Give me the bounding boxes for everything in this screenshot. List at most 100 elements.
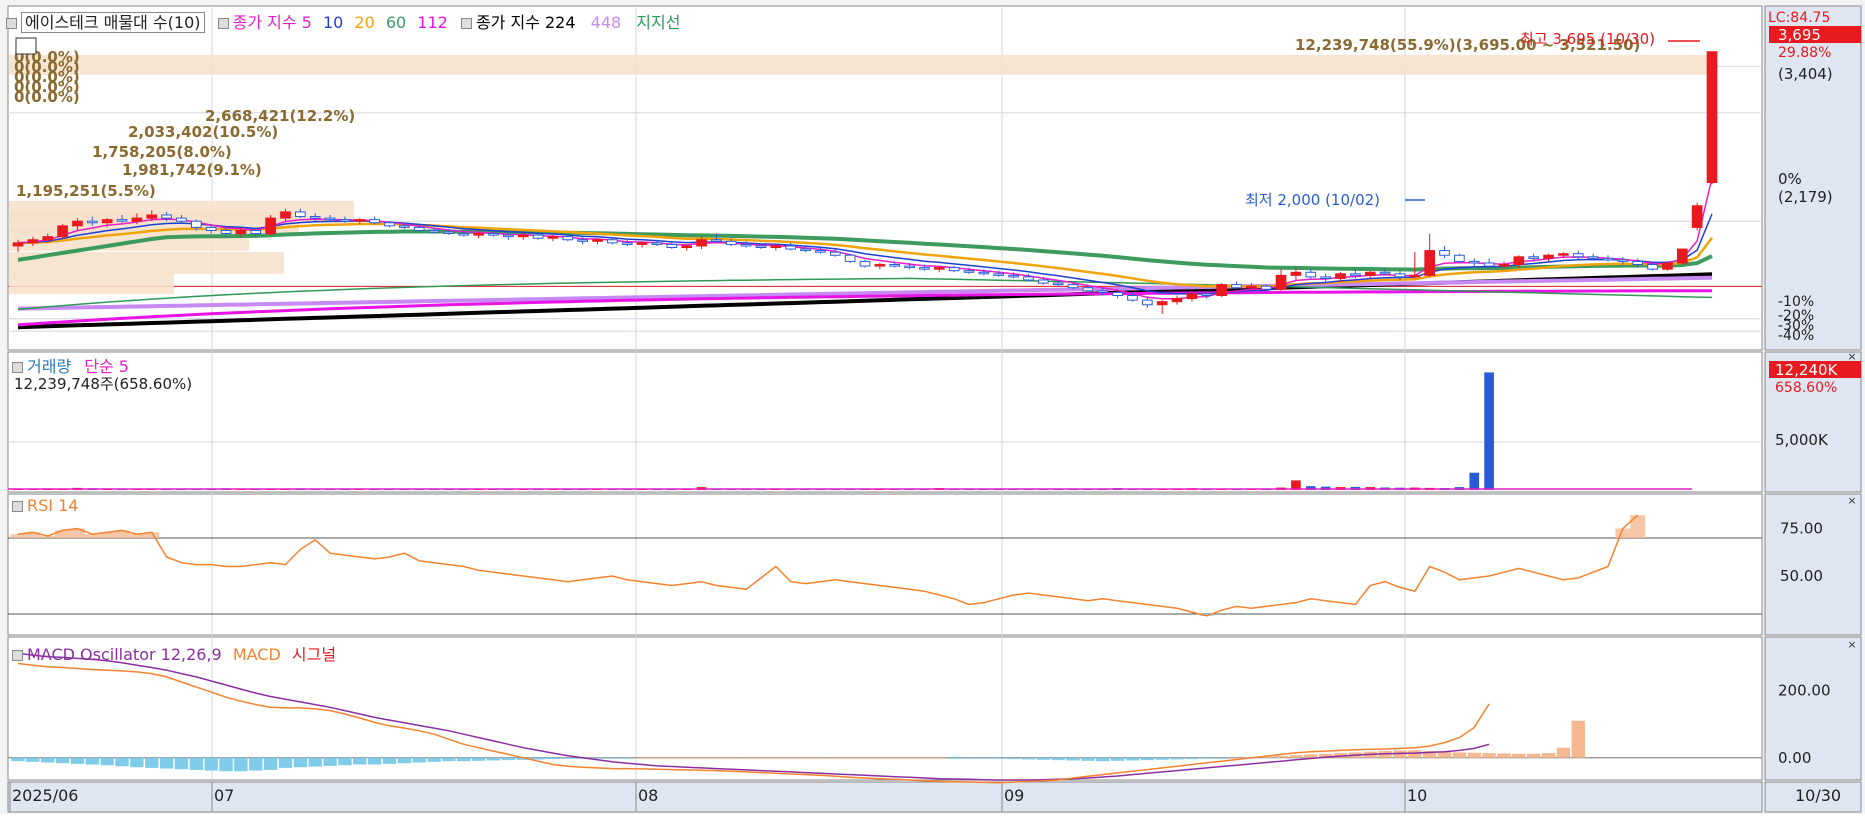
candle-body	[681, 245, 693, 248]
macd-osc-bar	[1036, 757, 1051, 760]
macd-osc-bar	[1006, 757, 1021, 760]
ma10-label: 10	[322, 13, 344, 32]
candle-body	[1394, 273, 1406, 278]
candle-body	[443, 231, 455, 235]
macd-osc-bar	[1081, 757, 1095, 761]
candle-body	[1558, 253, 1569, 256]
candle-body	[309, 216, 321, 219]
candle-body	[131, 217, 143, 222]
ma2-prefix: 종가 지수	[475, 13, 540, 32]
candle-body	[1290, 271, 1302, 276]
macd-osc-bar	[754, 757, 768, 759]
candle-body	[740, 243, 752, 247]
x-tick-label: 10	[1407, 786, 1427, 805]
candle-body	[933, 267, 945, 270]
candle-body	[547, 236, 559, 239]
rsi-toggle-icon[interactable]	[12, 501, 23, 512]
candle-body	[503, 234, 514, 238]
candle-body	[800, 248, 811, 252]
candle-body	[770, 245, 782, 248]
candle-body	[1052, 282, 1064, 286]
panel-close-icon[interactable]: ×	[1847, 494, 1856, 507]
macd-osc-bar	[1051, 757, 1065, 761]
candle-body	[1216, 284, 1227, 296]
x-tick-label: 09	[1004, 786, 1024, 805]
macd-osc-bar	[561, 757, 575, 759]
candle-body	[1156, 301, 1168, 306]
candle-body	[339, 219, 351, 222]
candle-body	[636, 242, 648, 245]
rsi-overbought-fill	[55, 530, 71, 538]
candle-body	[161, 214, 172, 219]
minus40-pct: -40%	[1778, 328, 1814, 344]
candle-body	[1676, 248, 1688, 264]
ma448-label: 448	[590, 13, 622, 32]
volume-info: 12,239,748주(658.60%)	[14, 375, 193, 393]
macd-osc-bar	[932, 757, 946, 759]
ma-toggle-icon[interactable]	[217, 18, 229, 29]
macd-osc-bar	[1200, 757, 1214, 759]
candle-body	[919, 267, 930, 270]
macd-osc-bar	[798, 757, 813, 759]
ma224-label: 224	[545, 13, 576, 32]
macd-title: MACD	[232, 645, 281, 664]
macd-osc-bar	[85, 757, 99, 765]
macd-osc-bar	[1467, 752, 1481, 758]
macd-toggle-icon[interactable]	[12, 650, 23, 661]
volume-toggle-icon[interactable]	[12, 362, 23, 373]
macd-osc-bar	[174, 757, 189, 770]
macd-osc-bar	[1096, 757, 1110, 762]
candle-body	[963, 270, 975, 273]
rsi-overbought-fill	[1630, 515, 1646, 538]
high-annotation: 최고 3,695 (10/30)	[1520, 30, 1655, 48]
candle-body	[711, 239, 722, 242]
candle-body	[1379, 271, 1391, 275]
macd-osc-bar	[709, 757, 724, 759]
macd-osc-bar	[1556, 747, 1571, 758]
macd-osc-bar	[308, 757, 322, 767]
candle-body	[1498, 264, 1510, 267]
macd-osc-bar	[605, 757, 620, 759]
volume-panel-bg	[7, 351, 1763, 493]
candle-body	[413, 226, 425, 231]
indicator-label[interactable]: 에이스테크 매물대 수(10)	[21, 12, 205, 33]
candle-body	[829, 251, 841, 256]
legend-toggle-icon[interactable]	[6, 18, 17, 29]
macd-tick: 200.00	[1778, 681, 1831, 699]
candle-body	[1201, 293, 1213, 296]
macd-osc-bar	[977, 757, 991, 759]
macd-osc-bar	[694, 757, 709, 759]
candle-body	[101, 219, 113, 224]
macd-osc-bar	[769, 757, 783, 759]
candle-body	[235, 229, 247, 235]
panel-close-icon[interactable]: ×	[1847, 350, 1856, 363]
macd-osc-bar	[70, 757, 85, 764]
macd-osc-bar	[219, 757, 233, 772]
candle-body	[1142, 299, 1153, 306]
x-tick-label: 07	[214, 786, 234, 805]
macd-osc-bar	[189, 757, 204, 770]
candle-body	[1320, 276, 1331, 279]
macd-osc-bar	[650, 757, 664, 759]
candle-body	[1112, 291, 1123, 296]
ma5-label: 5	[301, 13, 312, 32]
macd-osc-bar	[367, 757, 382, 765]
candle-body	[666, 243, 678, 248]
base-price: (2,179)	[1778, 188, 1833, 206]
macd-osc-bar	[1274, 755, 1288, 758]
candle-body	[725, 240, 737, 245]
macd-osc-bar	[947, 757, 961, 759]
price-tag: 3,695	[1778, 26, 1821, 44]
macd-osc-bar	[665, 757, 679, 759]
macd-osc-bar	[813, 757, 828, 759]
macd-osc-bar	[353, 757, 367, 765]
macd-osc-bar	[917, 757, 932, 759]
panel-close-icon[interactable]: ×	[1847, 638, 1856, 651]
macd-osc-bar	[427, 757, 441, 762]
macd-osc-bar	[1110, 757, 1125, 761]
macd-osc-bar	[1497, 753, 1511, 758]
ma2-toggle-icon[interactable]	[460, 18, 472, 29]
candle-body	[1439, 250, 1450, 256]
candle-body	[1186, 293, 1198, 300]
volume-tag-pct: 658.60%	[1775, 380, 1837, 396]
